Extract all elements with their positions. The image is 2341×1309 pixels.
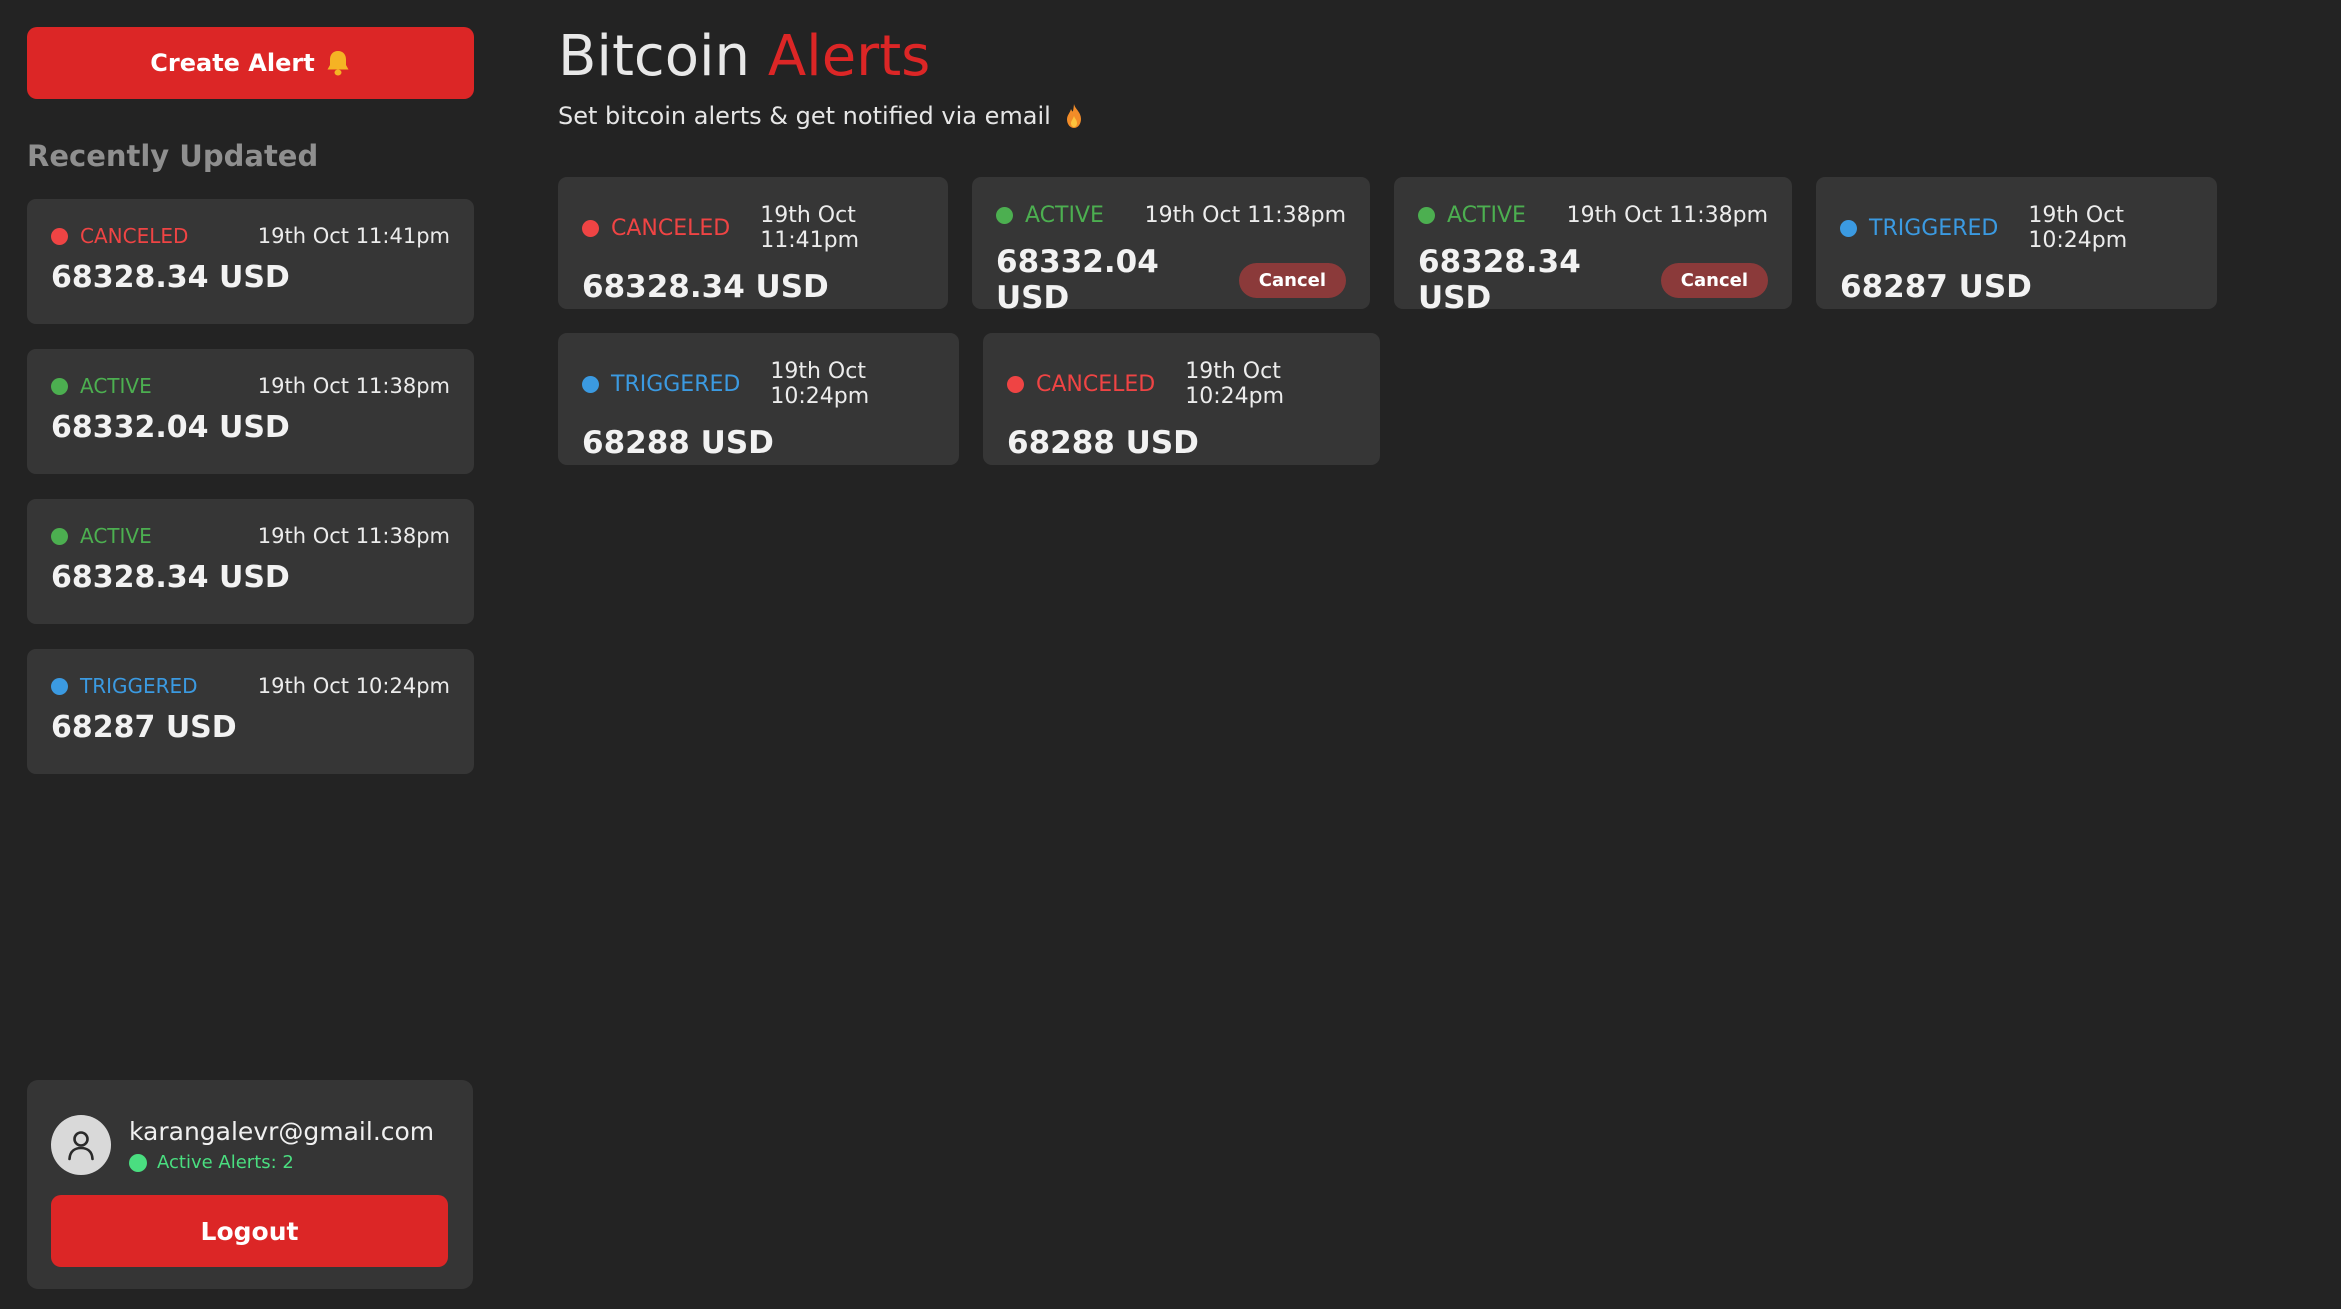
recently-updated-heading: Recently Updated: [27, 139, 319, 173]
alert-time: 19th Oct 11:38pm: [1566, 203, 1768, 228]
alert-amount: 68332.04 USD: [51, 410, 290, 445]
status-badge: ACTIVE: [51, 374, 152, 398]
alert-time: 19th Oct 11:38pm: [257, 374, 450, 398]
alert-amount: 68288 USD: [582, 425, 774, 461]
status-badge: TRIGGERED: [1840, 216, 1998, 241]
status-badge: TRIGGERED: [51, 674, 198, 698]
status-label: CANCELED: [1036, 371, 1156, 397]
sidebar: Create Alert Recently Updated CANCELED 1…: [27, 27, 474, 1289]
alert-card: TRIGGERED 19th Oct 10:24pm 68288 USD: [558, 333, 959, 465]
alert-amount: 68328.34 USD: [582, 269, 829, 305]
bell-icon: [325, 49, 351, 77]
page-title: Bitcoin Alerts: [558, 24, 2318, 90]
user-panel: karangalevr@gmail.com Active Alerts: 2 L…: [27, 1080, 473, 1289]
status-badge: CANCELED: [1007, 372, 1155, 397]
alert-time: 19th Oct 10:24pm: [1185, 359, 1285, 409]
status-dot: [51, 377, 68, 395]
alert-time: 19th Oct 10:24pm: [770, 359, 870, 409]
status-badge: TRIGGERED: [582, 372, 740, 397]
status-dot: [1418, 207, 1435, 224]
alert-time: 19th Oct 11:41pm: [257, 224, 450, 248]
status-label: ACTIVE: [80, 524, 152, 548]
active-dot: [129, 1153, 147, 1172]
logout-button[interactable]: Logout: [51, 1195, 448, 1267]
alert-amount: 68287 USD: [1840, 269, 2032, 305]
alert-card: TRIGGERED 19th Oct 10:24pm 68287 USD: [1816, 177, 2217, 309]
cancel-alert-button[interactable]: Cancel: [1660, 262, 1768, 298]
status-dot: [996, 207, 1013, 224]
alert-card: ACTIVE 19th Oct 11:38pm 68332.04 USD Can…: [972, 177, 1370, 316]
recent-alert-list: CANCELED 19th Oct 11:41pm 68328.34 USD A…: [27, 199, 474, 774]
user-email: karangalevr@gmail.com: [129, 1117, 435, 1146]
status-badge: ACTIVE: [1418, 203, 1526, 228]
alert-time: 19th Oct 10:24pm: [257, 674, 450, 698]
alert-card: CANCELED 19th Oct 11:41pm 68328.34 USD: [558, 177, 948, 309]
alert-amount: 68288 USD: [1007, 425, 1199, 461]
app-root: Create Alert Recently Updated CANCELED 1…: [0, 0, 2341, 1309]
status-label: CANCELED: [80, 224, 189, 248]
status-badge: CANCELED: [51, 224, 188, 248]
status-dot: [51, 527, 68, 545]
page-title-plain: Bitcoin: [558, 24, 751, 89]
status-label: TRIGGERED: [611, 371, 741, 397]
recent-alert-card: TRIGGERED 19th Oct 10:24pm 68287 USD: [27, 649, 474, 774]
status-dot: [582, 375, 599, 393]
active-alerts-label: Active Alerts: 2: [157, 1152, 294, 1173]
status-dot: [51, 677, 68, 695]
status-label: ACTIVE: [1447, 203, 1526, 228]
status-dot: [1840, 219, 1857, 237]
status-label: CANCELED: [611, 215, 731, 241]
page-title-accent: Alerts: [767, 24, 931, 89]
alert-time: 19th Oct 11:38pm: [257, 524, 450, 548]
page-subtitle: Set bitcoin alerts & get notified via em…: [558, 102, 2318, 130]
alert-time: 19th Oct 11:38pm: [1144, 203, 1346, 228]
status-dot: [51, 227, 68, 245]
status-dot: [1007, 375, 1024, 393]
status-label: ACTIVE: [1025, 203, 1104, 228]
alert-amount: 68287 USD: [51, 710, 237, 745]
alert-card: CANCELED 19th Oct 10:24pm 68288 USD: [983, 333, 1380, 465]
subtitle-text: Set bitcoin alerts & get notified via em…: [558, 102, 1051, 130]
recent-alert-card: ACTIVE 19th Oct 11:38pm 68328.34 USD: [27, 499, 474, 624]
status-label: ACTIVE: [80, 374, 152, 398]
main-content: Bitcoin Alerts Set bitcoin alerts & get …: [558, 24, 2318, 465]
alert-amount: 68328.34 USD: [51, 560, 290, 595]
alert-amount: 68332.04 USD: [996, 244, 1159, 316]
status-badge: ACTIVE: [51, 524, 152, 548]
active-alerts-count: Active Alerts: 2: [129, 1152, 434, 1173]
recent-alert-card: CANCELED 19th Oct 11:41pm 68328.34 USD: [27, 199, 474, 324]
recent-alert-card: ACTIVE 19th Oct 11:38pm 68332.04 USD: [27, 349, 474, 474]
avatar[interactable]: [51, 1115, 111, 1175]
status-label: TRIGGERED: [1869, 215, 1999, 241]
create-alert-button[interactable]: Create Alert: [27, 27, 474, 99]
alert-time: 19th Oct 10:24pm: [2028, 203, 2128, 253]
user-icon: [68, 1131, 94, 1161]
cancel-alert-button[interactable]: Cancel: [1238, 262, 1346, 298]
alert-card: ACTIVE 19th Oct 11:38pm 68328.34 USD Can…: [1394, 177, 1792, 316]
flame-icon: [1063, 103, 1085, 129]
create-alert-label: Create Alert: [150, 49, 315, 77]
status-label: TRIGGERED: [80, 674, 198, 698]
status-dot: [582, 219, 599, 237]
status-badge: ACTIVE: [996, 203, 1104, 228]
alert-time: 19th Oct 11:41pm: [760, 203, 860, 253]
alert-amount: 68328.34 USD: [51, 260, 290, 295]
status-badge: CANCELED: [582, 216, 730, 241]
alert-amount: 68328.34 USD: [1418, 244, 1581, 316]
